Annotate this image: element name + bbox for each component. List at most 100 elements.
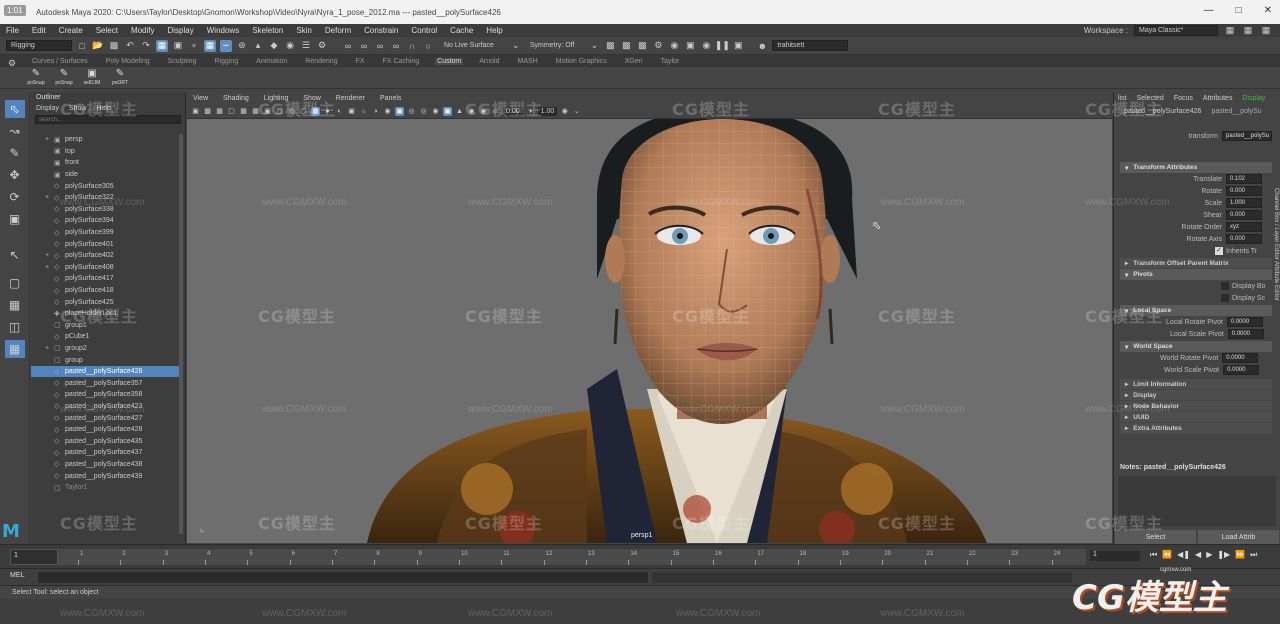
step-forward-key-icon[interactable]: ⏩ [1235, 550, 1245, 560]
cb-tab-focus[interactable]: Focus [1174, 95, 1193, 102]
last-tool-icon[interactable]: ↖ [5, 246, 25, 264]
step-forward-icon[interactable]: ❚▶ [1217, 550, 1230, 560]
snap-grid-icon[interactable]: ▦ [204, 39, 216, 52]
render-icon[interactable]: ▩ [620, 40, 632, 52]
history-icon[interactable]: ☰ [300, 40, 312, 52]
wireframe-icon[interactable]: ▦ [311, 106, 320, 116]
hypershade-icon[interactable]: ◉ [668, 40, 680, 52]
chevron-down-icon[interactable]: ⌄ [588, 40, 600, 52]
chevron-down-icon[interactable]: ⌄ [510, 40, 522, 52]
step-back-icon[interactable]: ◀❚ [1177, 550, 1190, 560]
section-world-space[interactable]: ▾ World Space [1120, 341, 1272, 352]
grid-icon[interactable]: ▦ [239, 107, 248, 116]
section-uuid[interactable]: ▸ UUID [1120, 412, 1272, 422]
attribute-field[interactable]: xyz [1226, 222, 1262, 232]
color-management-icon[interactable]: ◉ [560, 107, 569, 116]
menu-modify[interactable]: Modify [131, 26, 155, 35]
lights-icon[interactable]: ☼ [359, 107, 368, 116]
magnet-icon[interactable]: ∩ [406, 40, 418, 52]
undo-icon[interactable]: ↶ [124, 40, 136, 52]
checkbox-icon[interactable]: ✓ [1215, 247, 1223, 255]
world-scale-pivot-field[interactable]: 0.0000 [1223, 365, 1260, 375]
select-button[interactable]: Select [1115, 530, 1196, 544]
outliner-item[interactable]: + ◇ polySurface408 [31, 262, 181, 274]
shelf-tab-rigging[interactable]: Rigging [212, 58, 240, 65]
outliner-menu-show[interactable]: Show [69, 105, 87, 112]
snap-surface-icon[interactable]: ◆ [268, 40, 280, 52]
outliner-search-input[interactable]: search... [35, 115, 181, 124]
shelf-tab-xgen[interactable]: XGen [623, 58, 645, 65]
outliner-item[interactable]: ◇ polySurface425 [31, 296, 181, 308]
outliner-item[interactable]: ◇ pCube1 [31, 331, 181, 343]
select-component-icon[interactable]: ∘ [188, 40, 200, 52]
redo-icon[interactable]: ↷ [140, 40, 152, 52]
outliner-item[interactable]: ◇ polySurface338 [31, 204, 181, 216]
user-icon[interactable]: ☻ [756, 40, 768, 52]
local-scale-pivot-field[interactable]: 0.0000 [1227, 329, 1264, 339]
select-object-icon[interactable]: ▣ [172, 40, 184, 52]
menu-constrain[interactable]: Constrain [364, 26, 398, 35]
layout-icon[interactable]: ▦ [1260, 24, 1272, 36]
viewport-menu-shading[interactable]: Shading [223, 95, 249, 102]
live-surface-label[interactable]: No Live Surface [444, 42, 494, 49]
attribute-field[interactable]: 1.000 [1226, 198, 1262, 208]
shelf-tab-curves[interactable]: Curves / Surfaces [30, 58, 90, 65]
section-pivots[interactable]: ▾ Pivots [1120, 269, 1272, 280]
scale-tool-icon[interactable]: ▣ [5, 210, 25, 228]
outliner-item[interactable]: ▣ front [31, 157, 181, 169]
section-offset-parent[interactable]: ▸ Transform Offset Parent Matrix [1120, 258, 1272, 268]
textured-icon[interactable]: ▣ [347, 107, 356, 116]
world-rotate-pivot-field[interactable]: 0.0000 [1222, 353, 1259, 363]
menu-select[interactable]: Select [96, 26, 118, 35]
make-live-icon[interactable]: ◉ [284, 40, 296, 52]
menu-create[interactable]: Create [59, 26, 83, 35]
viewport-menu-lighting[interactable]: Lighting [264, 95, 289, 102]
time-slider-bar[interactable]: 1 2 3 4 5 6 7 8 9 10 11 12 13 14 15 16 17 18 19 20 21 22 23 24 [10, 549, 1086, 565]
render-icon[interactable]: ▩ [604, 40, 616, 52]
menu-help[interactable]: Help [486, 26, 502, 35]
snap-plane-icon[interactable]: ▴ [252, 40, 264, 52]
shelf-options-icon[interactable]: ⚙ [8, 58, 16, 69]
outliner-item[interactable]: ▢ group1 [31, 320, 181, 332]
link-icon[interactable]: ∞ [358, 40, 370, 52]
cb-tab-attributes[interactable]: Attributes [1203, 95, 1233, 102]
viewport-menu-panels[interactable]: Panels [380, 95, 401, 102]
film-gate-icon[interactable]: ▦ [251, 107, 260, 116]
section-extra-attributes[interactable]: ▸ Extra Attributes [1120, 423, 1272, 433]
move-tool-icon[interactable]: ✥ [5, 166, 25, 184]
outliner-item[interactable]: ◇ polySurface401 [31, 238, 181, 250]
minimize-icon[interactable]: — [1204, 5, 1214, 16]
attribute-field[interactable]: 0.000 [1226, 186, 1262, 196]
section-limit-information[interactable]: ▸ Limit Information [1120, 379, 1272, 389]
arnold-icon[interactable]: ◉ [700, 40, 712, 52]
shelf-tool[interactable]: ✎ poSnap [26, 68, 46, 88]
viewport-menu-view[interactable]: View [193, 95, 208, 102]
outliner-item[interactable]: ◇ pasted__polySurface439 [31, 470, 181, 482]
paint-select-icon[interactable]: ✎ [5, 144, 25, 162]
close-icon[interactable]: ✕ [1264, 5, 1272, 16]
field-chart-icon[interactable]: ◎ [287, 107, 296, 116]
outliner-item[interactable]: ▢ group [31, 354, 181, 366]
outliner-item[interactable]: ▣ top [31, 146, 181, 158]
command-input[interactable] [38, 572, 648, 583]
attribute-field[interactable]: 0.102 [1226, 174, 1262, 184]
menu-skin[interactable]: Skin [296, 26, 312, 35]
outliner-item[interactable]: ◇ polySurface394 [31, 215, 181, 227]
select-tool-icon[interactable]: ⬁ [4, 100, 25, 118]
outliner-menu-display[interactable]: Display [36, 105, 59, 112]
snap-curve-icon[interactable]: ∽ [220, 39, 232, 52]
ipr-render-icon[interactable]: ▩ [636, 40, 648, 52]
link-icon[interactable]: ∞ [342, 40, 354, 52]
workspace-dropdown[interactable]: Maya Classic* [1134, 24, 1218, 36]
outliner-item[interactable]: ◇ pasted__polySurface423 [31, 401, 181, 413]
shelf-tool[interactable]: ✎ poSnap [54, 68, 74, 88]
outliner-scrollbar[interactable] [179, 134, 183, 534]
outliner-item[interactable]: ◇ polySurface418 [31, 285, 181, 297]
menu-windows[interactable]: Windows [207, 26, 239, 35]
live-surface-icon[interactable]: ○ [422, 40, 434, 52]
outliner-item[interactable]: ◇ pasted__polySurface426 [31, 365, 181, 378]
time-slider[interactable]: 1 2 3 4 5 6 7 8 9 10 11 12 13 14 15 16 17 18 19 20 21 22 23 24 … [0, 544, 1280, 568]
play-forward-icon[interactable]: ▶ [1206, 550, 1212, 560]
outliner-item[interactable]: ◇ pasted__polySurface428 [31, 424, 181, 436]
node-tab[interactable]: pasted__polySu [1211, 108, 1261, 115]
